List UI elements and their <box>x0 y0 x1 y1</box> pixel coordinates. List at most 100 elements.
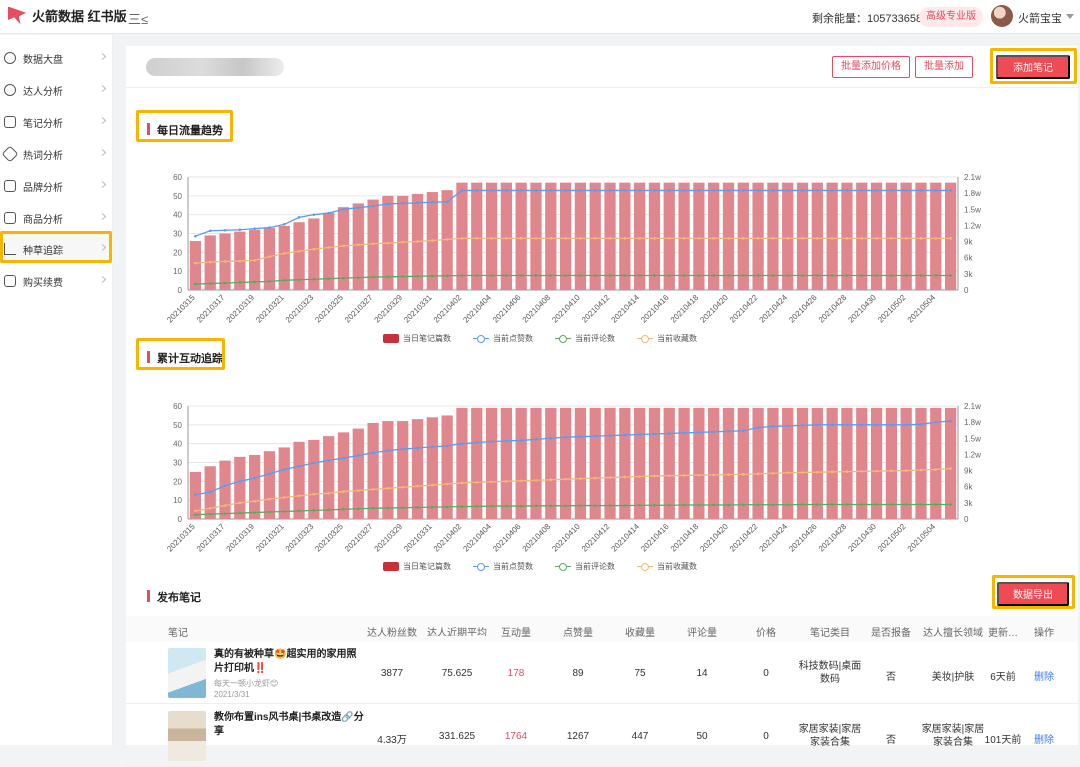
vip-badge[interactable]: 高级专业版 <box>919 7 983 27</box>
series-point <box>579 274 582 277</box>
table-row[interactable]: 教你布置ins风书桌|书桌改造🔗分享 4.33万 331.625 1764 12… <box>126 705 1078 767</box>
series-point <box>579 504 582 507</box>
pie-chart-icon <box>4 52 16 64</box>
series-point <box>934 420 938 424</box>
batch-add-button[interactable]: 批量添加 <box>915 56 973 78</box>
legend-label: 当日笔记篇数 <box>403 334 451 343</box>
legend-item[interactable]: 当前评论数 <box>555 333 615 344</box>
username[interactable]: 火箭宝宝 <box>1018 10 1062 26</box>
sidebar-item-product[interactable]: 商品分析 <box>0 203 113 233</box>
app-logo[interactable]: 火箭数据 红书版 <box>8 6 127 25</box>
series-point <box>549 237 553 240</box>
note-title[interactable]: 真的有被种草🤩超实用的家用照片打印机‼️ <box>214 648 364 676</box>
series-point <box>208 260 212 264</box>
legend-item[interactable]: 当前点赞数 <box>473 333 533 344</box>
sidebar-item-notes[interactable]: 笔记分析 <box>0 107 113 137</box>
highlight-cumulative-title <box>136 338 225 370</box>
menu-toggle-icon[interactable]: 三≤ <box>128 9 148 28</box>
sidebar-item-purchase[interactable]: 购买续费 <box>0 266 113 296</box>
note-thumbnail[interactable] <box>168 648 206 698</box>
bar <box>856 182 868 290</box>
series-point <box>534 189 538 192</box>
legend-item[interactable]: 当日笔记篇数 <box>383 333 451 344</box>
bar <box>471 407 483 519</box>
series-point <box>386 487 390 490</box>
avg-value: 331.625 <box>438 731 476 742</box>
column-header[interactable]: 互动量 <box>494 624 538 639</box>
x-tick-label: 20210412 <box>580 522 612 554</box>
note-title[interactable]: 教你布置ins风书桌|书桌改造🔗分享 <box>214 711 364 739</box>
series-point <box>505 274 508 277</box>
bar <box>500 407 512 519</box>
y-right-tick-label: 2.1w <box>964 402 981 411</box>
series-point <box>786 189 790 192</box>
y-left-tick-label: 60 <box>173 402 182 411</box>
series-point <box>534 504 538 508</box>
series-point <box>312 492 316 496</box>
column-header[interactable]: 达人粉丝数 <box>362 624 422 639</box>
sidebar-item-hotwords[interactable]: 热词分析 <box>0 139 113 169</box>
series-point <box>253 511 256 514</box>
legend-item[interactable]: 当前收藏数 <box>637 561 697 572</box>
chart-legend-cumulative: 当日笔记篇数 当前点赞数 当前评论数 当前收藏数 <box>0 561 1080 572</box>
legend-item[interactable]: 当前评论数 <box>555 561 615 572</box>
column-header[interactable]: 达人近期平均 <box>424 624 490 636</box>
sidebar-item-dashboard[interactable]: 数据大盘 <box>0 43 113 73</box>
y-right-tick-label: 1.8w <box>964 418 981 427</box>
series-point <box>919 503 923 506</box>
series-point <box>401 202 405 205</box>
series-point <box>741 429 745 433</box>
delete-link[interactable]: 删除 <box>1026 731 1062 746</box>
bar <box>604 182 616 290</box>
column-header[interactable]: 更新… <box>984 624 1022 639</box>
series-point <box>697 431 701 434</box>
series-point <box>638 237 641 240</box>
bar <box>574 407 587 519</box>
series-point <box>830 274 834 277</box>
series-point <box>682 274 686 277</box>
series-point <box>756 472 760 476</box>
x-tick-label: 20210426 <box>787 522 819 554</box>
legend-item[interactable]: 当日笔记篇数 <box>383 561 451 572</box>
column-header[interactable]: 收藏量 <box>618 624 662 639</box>
series-point <box>653 237 656 240</box>
sidebar-item-influencer[interactable]: 达人分析 <box>0 75 113 105</box>
note-thumbnail[interactable] <box>168 711 206 761</box>
avatar[interactable] <box>991 5 1013 27</box>
x-tick-label: 20210315 <box>165 293 197 325</box>
legend-swatch <box>555 334 571 343</box>
series-point <box>741 503 745 507</box>
legend-swatch <box>473 334 489 343</box>
table-row[interactable]: 真的有被种草🤩超实用的家用照片打印机‼️ 每天一顿小龙虾😊 2021/3/31 … <box>126 642 1078 704</box>
series-point <box>431 200 434 204</box>
batch-add-price-button[interactable]: 批量添加价格 <box>832 56 910 78</box>
series-point <box>505 480 508 483</box>
series-point <box>268 472 271 476</box>
chevron-down-icon[interactable] <box>1066 14 1074 19</box>
series-point <box>593 434 597 438</box>
series-point <box>342 276 345 280</box>
legend-item[interactable]: 当前点赞数 <box>473 561 533 572</box>
series-point <box>268 497 271 501</box>
series-point <box>638 189 641 192</box>
legend-label: 当前评论数 <box>575 334 615 343</box>
column-header[interactable]: 笔记 <box>168 624 188 639</box>
series-point <box>623 274 627 277</box>
series-point <box>475 481 479 484</box>
series-point <box>194 509 197 513</box>
series-point <box>564 189 567 192</box>
column-header[interactable]: 评论量 <box>680 624 724 639</box>
legend-item[interactable]: 当前收藏数 <box>637 333 697 344</box>
sidebar-item-brand[interactable]: 品牌分析 <box>0 171 113 201</box>
series-point <box>416 274 419 278</box>
delete-link[interactable]: 删除 <box>1026 668 1062 683</box>
column-header[interactable]: 点赞量 <box>556 624 600 639</box>
series-point <box>816 274 819 277</box>
legend-swatch <box>555 562 571 571</box>
series-point <box>282 468 286 471</box>
series-point <box>667 189 671 192</box>
series-point <box>431 274 434 278</box>
series-point <box>949 237 952 240</box>
series-point <box>638 503 641 507</box>
series-point <box>682 189 686 192</box>
